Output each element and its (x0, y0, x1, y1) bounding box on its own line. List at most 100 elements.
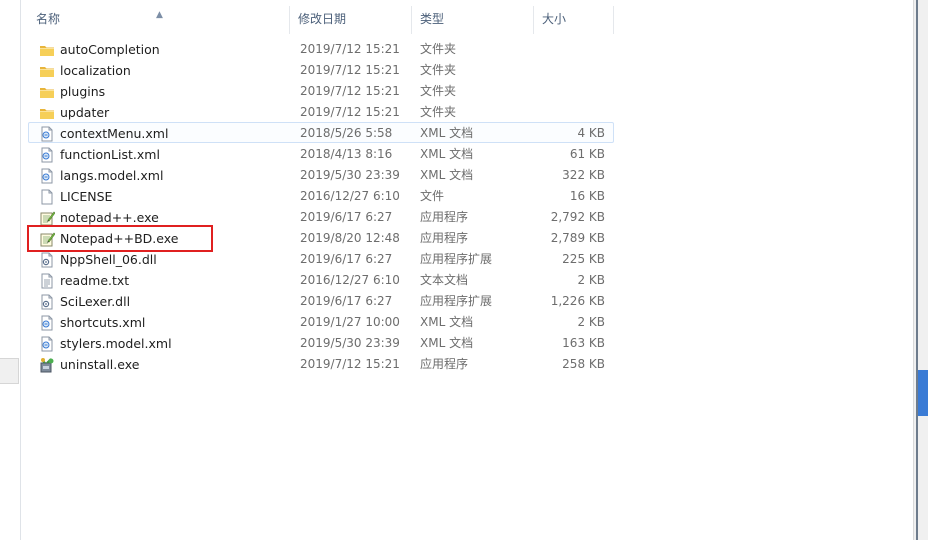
dll-file-icon (39, 294, 55, 310)
xml-file-icon (39, 336, 55, 352)
file-type: 文件夹 (420, 105, 457, 119)
file-size: 1,226 KB (550, 294, 605, 308)
file-row[interactable]: langs.model.xml 2019/5/30 23:39 XML 文档 322 … (28, 164, 614, 185)
file-size: 322 KB (562, 168, 605, 182)
column-header-date[interactable]: 修改日期 (290, 6, 412, 34)
column-header-bar: 名称 ▲ 修改日期 类型 大小 (28, 6, 614, 34)
column-header-size-label: 大小 (542, 12, 567, 26)
file-modified-date: 2019/7/12 15:21 (300, 42, 400, 56)
file-name: SciLexer.dll (60, 294, 131, 309)
file-size: 61 KB (569, 147, 605, 161)
window-accent-strip (918, 370, 928, 416)
file-row[interactable]: updater 2019/7/12 15:21 文件夹 (28, 101, 614, 122)
file-name: stylers.model.xml (60, 336, 172, 351)
file-name: Notepad++BD.exe (60, 231, 179, 246)
file-row[interactable]: notepad++.exe 2019/6/17 6:27 应用程序 2,792 KB (28, 206, 614, 227)
notepad-exe-icon (39, 231, 56, 247)
file-size: 258 KB (562, 357, 605, 371)
file-type: 文件夹 (420, 42, 457, 56)
xml-file-icon (39, 126, 55, 142)
file-name: contextMenu.xml (60, 126, 169, 141)
column-header-size[interactable]: 大小 (534, 6, 614, 34)
file-row[interactable]: plugins 2019/7/12 15:21 文件夹 (28, 80, 614, 101)
file-name: LICENSE (60, 189, 113, 204)
file-row[interactable]: stylers.model.xml 2019/5/30 23:39 XML 文档 16… (28, 332, 614, 353)
file-type: XML 文档 (420, 126, 474, 140)
file-name: readme.txt (60, 273, 130, 288)
dll-file-icon (39, 252, 55, 268)
file-type: 文件夹 (420, 63, 457, 77)
column-header-name-label: 名称 (36, 12, 61, 26)
notepad-exe-icon (39, 210, 56, 226)
file-row[interactable]: shortcuts.xml 2019/1/27 10:00 XML 文档 2 KB (28, 311, 614, 332)
file-size: 16 KB (569, 189, 605, 203)
file-name: autoCompletion (60, 42, 160, 57)
file-row[interactable]: localization 2019/7/12 15:21 文件夹 (28, 59, 614, 80)
file-name: localization (60, 63, 131, 78)
file-type: 文本文档 (420, 273, 469, 287)
xml-file-icon (39, 315, 55, 331)
file-size: 2 KB (577, 315, 605, 329)
file-name: updater (60, 105, 110, 120)
file-row[interactable]: uninstall.exe 2019/7/12 15:21 应用程序 258 KB (28, 353, 614, 374)
file-size: 4 KB (577, 126, 605, 140)
file-name: functionList.xml (60, 147, 160, 162)
file-modified-date: 2019/6/17 6:27 (300, 210, 393, 224)
folder-icon (39, 63, 55, 79)
file-size: 225 KB (562, 252, 605, 266)
file-size: 163 KB (562, 336, 605, 350)
file-type: 应用程序 (420, 357, 469, 371)
file-name: shortcuts.xml (60, 315, 146, 330)
file-modified-date: 2019/5/30 23:39 (300, 168, 400, 182)
file-modified-date: 2019/7/12 15:21 (300, 84, 400, 98)
sort-ascending-icon: ▲ (156, 10, 163, 20)
file-modified-date: 2019/7/12 15:21 (300, 63, 400, 77)
file-modified-date: 2019/8/20 12:48 (300, 231, 400, 245)
file-modified-date: 2018/4/13 8:16 (300, 147, 393, 161)
column-header-type[interactable]: 类型 (412, 6, 534, 34)
folder-icon (39, 105, 55, 121)
file-type: XML 文档 (420, 336, 474, 350)
window-edge (916, 0, 918, 540)
file-name: notepad++.exe (60, 210, 159, 225)
folder-icon (39, 42, 55, 58)
file-row[interactable]: LICENSE 2016/12/27 6:10 文件 16 KB (28, 185, 614, 206)
file-name: langs.model.xml (60, 168, 164, 183)
column-header-type-label: 类型 (420, 12, 445, 26)
file-size: 2,789 KB (550, 231, 605, 245)
file-name: plugins (60, 84, 106, 99)
xml-file-icon (39, 147, 55, 163)
file-modified-date: 2019/5/30 23:39 (300, 336, 400, 350)
file-row[interactable]: NppShell_06.dll 2019/6/17 6:27 应用程序扩展 225 K… (28, 248, 614, 269)
file-type: 应用程序 (420, 231, 469, 245)
file-modified-date: 2019/6/17 6:27 (300, 294, 393, 308)
xml-file-icon (39, 168, 55, 184)
file-row[interactable]: autoCompletion 2019/7/12 15:21 文件夹 (28, 38, 614, 59)
file-row[interactable]: SciLexer.dll 2019/6/17 6:27 应用程序扩展 1,226 KB (28, 290, 614, 311)
file-modified-date: 2019/7/12 15:21 (300, 357, 400, 371)
file-modified-date: 2019/7/12 15:21 (300, 105, 400, 119)
text-file-icon (39, 273, 55, 289)
file-name: uninstall.exe (60, 357, 140, 372)
uninstall-exe-icon (39, 357, 55, 373)
column-header-date-label: 修改日期 (298, 12, 347, 26)
file-type: 应用程序扩展 (420, 252, 493, 266)
file-row[interactable]: Notepad++BD.exe 2019/8/20 12:48 应用程序 2,789 … (28, 227, 614, 248)
file-type: 应用程序 (420, 210, 469, 224)
file-type: XML 文档 (420, 315, 474, 329)
folder-icon (39, 84, 55, 100)
file-size: 2 KB (577, 273, 605, 287)
column-header-name[interactable]: 名称 ▲ (28, 6, 290, 34)
file-modified-date: 2016/12/27 6:10 (300, 189, 400, 203)
file-modified-date: 2019/6/17 6:27 (300, 252, 393, 266)
file-row[interactable]: readme.txt 2016/12/27 6:10 文本文档 2 KB (28, 269, 614, 290)
file-row[interactable]: contextMenu.xml 2018/5/26 5:58 XML 文档 4 KB (28, 122, 614, 143)
navigation-pane-scrollbar[interactable] (0, 358, 19, 384)
file-list: autoCompletion 2019/7/12 15:21 文件夹 localiza… (28, 38, 614, 374)
file-row[interactable]: functionList.xml 2018/4/13 8:16 XML 文档 61 K… (28, 143, 614, 164)
file-type: XML 文档 (420, 168, 474, 182)
file-modified-date: 2016/12/27 6:10 (300, 273, 400, 287)
file-name: NppShell_06.dll (60, 252, 157, 267)
file-modified-date: 2019/1/27 10:00 (300, 315, 400, 329)
file-type: 文件 (420, 189, 445, 203)
